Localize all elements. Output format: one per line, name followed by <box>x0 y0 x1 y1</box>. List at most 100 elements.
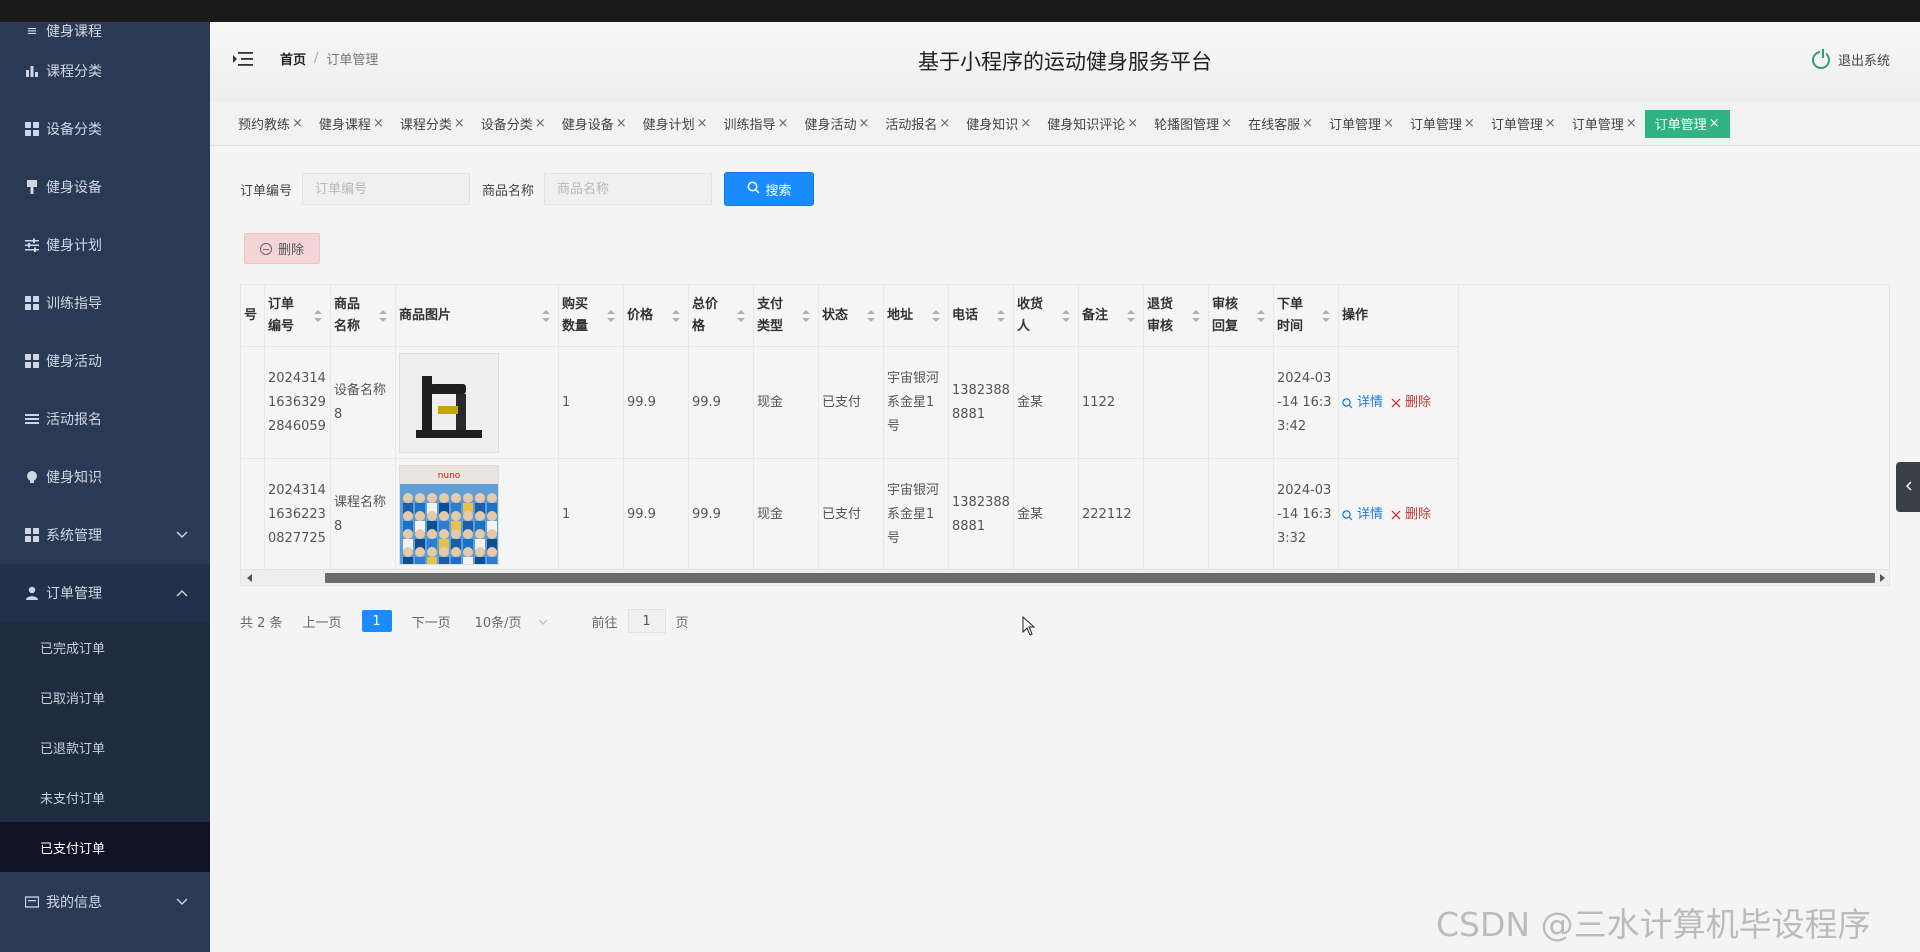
product-name-input[interactable] <box>544 173 713 205</box>
sort-icon[interactable] <box>1322 310 1330 322</box>
tab-item[interactable]: 健身知识评论 × <box>1039 110 1146 138</box>
column-header[interactable]: 状态 <box>819 285 884 347</box>
tab-item[interactable]: 健身课程 × <box>311 110 392 138</box>
sort-icon[interactable] <box>542 310 550 322</box>
delete-button[interactable]: 删除 <box>1391 503 1431 527</box>
column-header[interactable]: 号 <box>241 285 265 347</box>
close-icon[interactable]: × <box>292 116 303 131</box>
sidebar-item-my-info[interactable]: 我的信息 <box>0 872 210 932</box>
sort-icon[interactable] <box>379 310 387 322</box>
close-icon[interactable]: × <box>373 116 384 131</box>
sidebar-item-course-category[interactable]: 课程分类 <box>0 42 210 100</box>
goto-page-input[interactable]: 1 <box>627 609 666 633</box>
sort-icon[interactable] <box>1127 310 1135 322</box>
column-header[interactable]: 价格 <box>624 285 689 347</box>
tab-item[interactable]: 设备分类 × <box>473 110 554 138</box>
side-panel-toggle[interactable] <box>1896 462 1920 512</box>
delete-button[interactable]: 删除 <box>1391 391 1431 415</box>
sidebar-subitem-cancelled-orders[interactable]: 已取消订单 <box>0 672 210 722</box>
close-icon[interactable]: × <box>939 116 950 131</box>
sort-icon[interactable] <box>672 310 680 322</box>
sidebar-item-fitness-course[interactable]: ≡ 健身课程 <box>0 22 210 42</box>
sidebar-item-fitness-plan[interactable]: 健身计划 <box>0 216 210 274</box>
column-header[interactable]: 退货审核 <box>1144 285 1209 347</box>
tab-item[interactable]: 课程分类 × <box>392 110 473 138</box>
sort-icon[interactable] <box>802 310 810 322</box>
scroll-right-arrow-icon[interactable] <box>1880 574 1885 582</box>
horizontal-scrollbar[interactable] <box>241 569 1889 585</box>
sidebar-item-fitness-activity[interactable]: 健身活动 <box>0 332 210 390</box>
sort-icon[interactable] <box>314 310 322 322</box>
column-header[interactable]: 收货人 <box>1014 285 1079 347</box>
sidebar-subitem-completed-orders[interactable]: 已完成订单 <box>0 622 210 672</box>
scrollbar-thumb[interactable] <box>325 573 1875 583</box>
column-header[interactable]: 电话 <box>949 285 1014 347</box>
tab-item[interactable]: 订单管理 × <box>1402 110 1483 138</box>
column-header[interactable]: 总价格 <box>689 285 754 347</box>
tab-item[interactable]: 在线客服 × <box>1240 110 1321 138</box>
tab-item[interactable]: 订单管理 × <box>1564 110 1645 138</box>
order-no-input[interactable] <box>302 173 471 205</box>
close-icon[interactable]: × <box>1127 116 1138 131</box>
next-page-button[interactable]: 下一页 <box>412 612 451 631</box>
sidebar-item-activity-signup[interactable]: 活动报名 <box>0 390 210 448</box>
column-header[interactable]: 订单编号 <box>265 285 331 347</box>
page-size-select[interactable]: 10条/页 <box>475 612 548 631</box>
tab-item[interactable]: 订单管理 × <box>1321 110 1402 138</box>
sidebar-item-device-category[interactable]: 设备分类 <box>0 100 210 158</box>
sidebar-subitem-unpaid-orders[interactable]: 未支付订单 <box>0 772 210 822</box>
close-icon[interactable]: × <box>1221 116 1232 131</box>
sidebar-item-system-management[interactable]: 系统管理 <box>0 506 210 564</box>
tab-item[interactable]: 预约教练 × <box>230 110 311 138</box>
logout-button[interactable]: 退出系统 <box>1811 48 1890 69</box>
sidebar-item-order-management[interactable]: 订单管理 <box>0 564 210 622</box>
close-icon[interactable]: × <box>535 116 546 131</box>
sort-icon[interactable] <box>737 310 745 322</box>
batch-delete-button[interactable]: 删除 <box>244 233 320 264</box>
tab-item[interactable]: 健身计划 × <box>635 110 716 138</box>
group-photo[interactable]: nuno <box>399 465 499 568</box>
sort-icon[interactable] <box>1192 310 1200 322</box>
sort-icon[interactable] <box>867 310 875 322</box>
detail-button[interactable]: 详情 <box>1342 391 1383 415</box>
column-header[interactable]: 下单时间 <box>1274 285 1339 347</box>
tab-item[interactable]: 轮播图管理 × <box>1146 110 1240 138</box>
sidebar-subitem-refunded-orders[interactable]: 已退款订单 <box>0 722 210 772</box>
scroll-left-arrow-icon[interactable] <box>247 574 252 582</box>
page-number-current[interactable]: 1 <box>361 610 392 632</box>
column-header[interactable]: 审核回复 <box>1209 285 1274 347</box>
sidebar-item-fitness-device[interactable]: 健身设备 <box>0 158 210 216</box>
tab-item[interactable]: 活动报名 × <box>877 110 958 138</box>
close-icon[interactable]: × <box>1464 116 1475 131</box>
close-icon[interactable]: × <box>1709 116 1720 131</box>
close-icon[interactable]: × <box>858 116 869 131</box>
close-icon[interactable]: × <box>1383 116 1394 131</box>
sidebar-item-training-guide[interactable]: 训练指导 <box>0 274 210 332</box>
close-icon[interactable]: × <box>454 116 465 131</box>
sort-icon[interactable] <box>607 310 615 322</box>
sort-icon[interactable] <box>1062 310 1070 322</box>
prev-page-button[interactable]: 上一页 <box>303 612 342 631</box>
sort-icon[interactable] <box>932 310 940 322</box>
column-header[interactable]: 备注 <box>1079 285 1144 347</box>
sidebar-item-fitness-knowledge[interactable]: 健身知识 <box>0 448 210 506</box>
detail-button[interactable]: 详情 <box>1342 503 1383 527</box>
tab-item[interactable]: 健身设备 × <box>554 110 635 138</box>
close-icon[interactable]: × <box>778 116 789 131</box>
gym-machine-photo[interactable] <box>399 353 499 453</box>
tab-item[interactable]: 订单管理 × <box>1483 110 1564 138</box>
search-button[interactable]: 搜索 <box>724 172 815 206</box>
column-header[interactable]: 支付类型 <box>754 285 819 347</box>
sort-icon[interactable] <box>997 310 1005 322</box>
close-icon[interactable]: × <box>1545 116 1556 131</box>
column-header[interactable]: 购买数量 <box>559 285 624 347</box>
tab-item[interactable]: 健身知识 × <box>958 110 1039 138</box>
tab-item[interactable]: 训练指导 × <box>716 110 797 138</box>
column-header[interactable]: 商品名称 <box>331 285 396 347</box>
column-header[interactable]: 地址 <box>884 285 949 347</box>
close-icon[interactable]: × <box>697 116 708 131</box>
column-header[interactable]: 操作 <box>1339 285 1459 347</box>
column-header[interactable]: 商品图片 <box>396 285 559 347</box>
tab-item[interactable]: 订单管理 × <box>1644 109 1730 138</box>
tab-item[interactable]: 健身活动 × <box>796 110 877 138</box>
